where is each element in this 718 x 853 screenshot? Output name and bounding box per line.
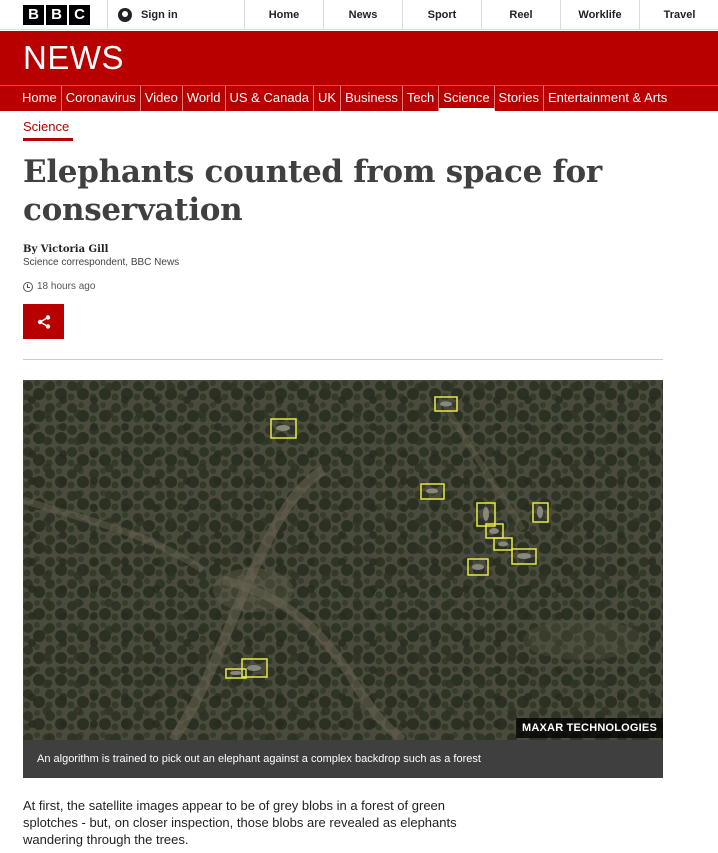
news-nav-coronavirus[interactable]: Coronavirus xyxy=(62,86,141,111)
article-body-paragraph: At first, the satellite images appear to… xyxy=(23,798,457,847)
top-nav-home[interactable]: Home xyxy=(244,0,323,30)
share-button[interactable] xyxy=(23,304,64,339)
news-navigation: Home Coronavirus Video World US & Canada… xyxy=(0,85,718,111)
news-nav-stories[interactable]: Stories xyxy=(495,86,545,111)
byline: By Victoria Gill Science correspondent, … xyxy=(23,244,179,268)
section-link[interactable]: Science xyxy=(23,119,74,141)
news-nav-uk[interactable]: UK xyxy=(314,86,342,111)
news-nav-science[interactable]: Science xyxy=(439,86,495,111)
news-nav-tech[interactable]: Tech xyxy=(403,86,440,111)
article-headline: Elephants counted from space for conserv… xyxy=(23,154,602,228)
bbc-logo-letter: B xyxy=(46,5,67,25)
image-credit: MAXAR TECHNOLOGIES xyxy=(516,718,663,738)
top-nav-sport[interactable]: Sport xyxy=(402,0,481,30)
news-nav-business[interactable]: Business xyxy=(341,86,403,111)
news-nav-us-canada[interactable]: US & Canada xyxy=(226,86,315,111)
news-nav-home[interactable]: Home xyxy=(18,86,62,111)
image-caption: An algorithm is trained to pick out an e… xyxy=(23,740,663,778)
bbc-logo-letter: C xyxy=(69,5,90,25)
article-figure: MAXAR TECHNOLOGIES An algorithm is train… xyxy=(23,380,663,778)
sign-in-label: Sign in xyxy=(141,9,178,21)
bbc-logo[interactable]: B B C xyxy=(23,5,90,25)
bbc-top-bar: B B C Sign in Home News Sport Reel Workl… xyxy=(0,0,718,30)
news-nav-entertainment-arts[interactable]: Entertainment & Arts xyxy=(544,86,671,111)
author-role: Science correspondent, BBC News xyxy=(23,257,180,268)
satellite-image-graphic xyxy=(23,380,663,740)
news-banner: NEWS xyxy=(0,31,718,85)
user-icon xyxy=(118,8,132,22)
news-nav-world[interactable]: World xyxy=(183,86,226,111)
bbc-logo-letter: B xyxy=(23,5,44,25)
top-nav-news[interactable]: News xyxy=(323,0,402,30)
news-logo[interactable]: NEWS xyxy=(23,39,124,77)
top-nav-travel[interactable]: Travel xyxy=(639,0,718,30)
timestamp-text: 18 hours ago xyxy=(37,281,96,292)
top-nav-worklife[interactable]: Worklife xyxy=(560,0,639,30)
satellite-image xyxy=(23,380,663,740)
news-nav-video[interactable]: Video xyxy=(141,86,183,111)
sign-in-button[interactable]: Sign in xyxy=(107,0,243,30)
clock-icon xyxy=(23,281,33,292)
timestamp: 18 hours ago xyxy=(23,281,95,292)
author-name: By Victoria Gill xyxy=(23,244,109,255)
top-navigation: Home News Sport Reel Worklife Travel xyxy=(244,0,718,30)
divider xyxy=(23,359,663,360)
share-icon xyxy=(37,314,50,329)
top-nav-reel[interactable]: Reel xyxy=(481,0,560,30)
